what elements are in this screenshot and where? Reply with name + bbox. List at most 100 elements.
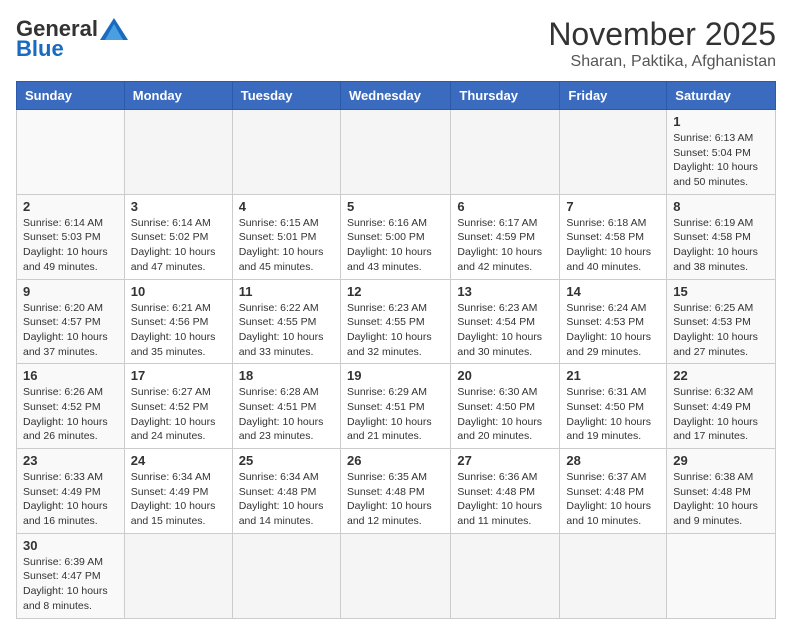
calendar-cell (340, 533, 450, 618)
day-info: Sunrise: 6:27 AM Sunset: 4:52 PM Dayligh… (131, 385, 226, 444)
day-number: 1 (673, 114, 769, 129)
page-header: General Blue November 2025 Sharan, Pakti… (16, 16, 776, 71)
calendar-cell: 3 Sunrise: 6:14 AM Sunset: 5:02 PM Daylig… (124, 194, 232, 279)
calendar-cell: 24 Sunrise: 6:34 AM Sunset: 4:49 PM Dayli… (124, 449, 232, 534)
calendar-cell: 23 Sunrise: 6:33 AM Sunset: 4:49 PM Dayli… (17, 449, 125, 534)
logo-icon (100, 18, 128, 40)
day-info: Sunrise: 6:35 AM Sunset: 4:48 PM Dayligh… (347, 470, 444, 529)
day-number: 23 (23, 453, 118, 468)
calendar-cell: 20 Sunrise: 6:30 AM Sunset: 4:50 PM Dayli… (451, 364, 560, 449)
calendar-cell: 5Sunrise: 6:16 AM Sunset: 5:00 PM Daylig… (340, 194, 450, 279)
day-info: Sunrise: 6:18 AM Sunset: 4:58 PM Dayligh… (566, 216, 660, 275)
day-info: Sunrise: 6:30 AM Sunset: 4:50 PM Dayligh… (457, 385, 553, 444)
day-info: Sunrise: 6:19 AM Sunset: 4:58 PM Dayligh… (673, 216, 769, 275)
day-info: Sunrise: 6:34 AM Sunset: 4:48 PM Dayligh… (239, 470, 334, 529)
calendar-cell (124, 110, 232, 195)
calendar-cell: 16Sunrise: 6:26 AM Sunset: 4:52 PM Dayli… (17, 364, 125, 449)
calendar-cell: 2Sunrise: 6:14 AM Sunset: 5:03 PM Daylig… (17, 194, 125, 279)
title-area: November 2025 Sharan, Paktika, Afghanist… (548, 16, 776, 71)
day-info: Sunrise: 6:24 AM Sunset: 4:53 PM Dayligh… (566, 301, 660, 360)
month-title: November 2025 (548, 16, 776, 53)
day-header-wednesday: Wednesday (340, 82, 450, 110)
day-number: 17 (131, 368, 226, 383)
day-header-sunday: Sunday (17, 82, 125, 110)
day-info: Sunrise: 6:15 AM Sunset: 5:01 PM Dayligh… (239, 216, 334, 275)
day-info: Sunrise: 6:16 AM Sunset: 5:00 PM Dayligh… (347, 216, 444, 275)
day-number: 22 (673, 368, 769, 383)
day-number: 4 (239, 199, 334, 214)
day-info: Sunrise: 6:22 AM Sunset: 4:55 PM Dayligh… (239, 301, 334, 360)
calendar-cell: 9 Sunrise: 6:20 AM Sunset: 4:57 PM Daylig… (17, 279, 125, 364)
day-info: Sunrise: 6:31 AM Sunset: 4:50 PM Dayligh… (566, 385, 660, 444)
calendar-cell: 15 Sunrise: 6:25 AM Sunset: 4:53 PM Dayli… (667, 279, 776, 364)
calendar-cell (451, 533, 560, 618)
calendar-cell: 18 Sunrise: 6:28 AM Sunset: 4:51 PM Dayli… (232, 364, 340, 449)
day-number: 26 (347, 453, 444, 468)
calendar-cell: 10Sunrise: 6:21 AM Sunset: 4:56 PM Dayli… (124, 279, 232, 364)
day-info: Sunrise: 6:38 AM Sunset: 4:48 PM Dayligh… (673, 470, 769, 529)
calendar-cell: 22 Sunrise: 6:32 AM Sunset: 4:49 PM Dayli… (667, 364, 776, 449)
calendar-cell: 4 Sunrise: 6:15 AM Sunset: 5:01 PM Daylig… (232, 194, 340, 279)
day-number: 11 (239, 284, 334, 299)
day-info: Sunrise: 6:33 AM Sunset: 4:49 PM Dayligh… (23, 470, 118, 529)
calendar-cell (124, 533, 232, 618)
day-info: Sunrise: 6:39 AM Sunset: 4:47 PM Dayligh… (23, 555, 118, 614)
day-number: 20 (457, 368, 553, 383)
day-info: Sunrise: 6:17 AM Sunset: 4:59 PM Dayligh… (457, 216, 553, 275)
day-number: 29 (673, 453, 769, 468)
day-number: 9 (23, 284, 118, 299)
day-info: Sunrise: 6:37 AM Sunset: 4:48 PM Dayligh… (566, 470, 660, 529)
day-header-thursday: Thursday (451, 82, 560, 110)
calendar-cell: 25 Sunrise: 6:34 AM Sunset: 4:48 PM Dayli… (232, 449, 340, 534)
day-info: Sunrise: 6:36 AM Sunset: 4:48 PM Dayligh… (457, 470, 553, 529)
day-number: 30 (23, 538, 118, 553)
day-number: 8 (673, 199, 769, 214)
calendar-cell: 14 Sunrise: 6:24 AM Sunset: 4:53 PM Dayli… (560, 279, 667, 364)
day-header-monday: Monday (124, 82, 232, 110)
day-number: 27 (457, 453, 553, 468)
day-number: 18 (239, 368, 334, 383)
day-info: Sunrise: 6:14 AM Sunset: 5:02 PM Dayligh… (131, 216, 226, 275)
day-number: 19 (347, 368, 444, 383)
location-subtitle: Sharan, Paktika, Afghanistan (548, 53, 776, 71)
day-info: Sunrise: 6:20 AM Sunset: 4:57 PM Dayligh… (23, 301, 118, 360)
calendar-cell: 29 Sunrise: 6:38 AM Sunset: 4:48 PM Dayli… (667, 449, 776, 534)
day-info: Sunrise: 6:25 AM Sunset: 4:53 PM Dayligh… (673, 301, 769, 360)
calendar-cell: 30 Sunrise: 6:39 AM Sunset: 4:47 PM Dayli… (17, 533, 125, 618)
day-info: Sunrise: 6:32 AM Sunset: 4:49 PM Dayligh… (673, 385, 769, 444)
day-header-tuesday: Tuesday (232, 82, 340, 110)
calendar-cell (340, 110, 450, 195)
calendar-cell (667, 533, 776, 618)
day-header-friday: Friday (560, 82, 667, 110)
logo-blue-text: Blue (16, 36, 64, 62)
day-number: 24 (131, 453, 226, 468)
day-info: Sunrise: 6:28 AM Sunset: 4:51 PM Dayligh… (239, 385, 334, 444)
day-number: 7 (566, 199, 660, 214)
calendar-cell (232, 110, 340, 195)
day-info: Sunrise: 6:23 AM Sunset: 4:55 PM Dayligh… (347, 301, 444, 360)
day-number: 28 (566, 453, 660, 468)
calendar-cell (232, 533, 340, 618)
day-number: 15 (673, 284, 769, 299)
calendar-cell: 17 Sunrise: 6:27 AM Sunset: 4:52 PM Dayli… (124, 364, 232, 449)
day-info: Sunrise: 6:26 AM Sunset: 4:52 PM Dayligh… (23, 385, 118, 444)
day-number: 12 (347, 284, 444, 299)
day-info: Sunrise: 6:34 AM Sunset: 4:49 PM Dayligh… (131, 470, 226, 529)
day-info: Sunrise: 6:23 AM Sunset: 4:54 PM Dayligh… (457, 301, 553, 360)
calendar-cell: 27 Sunrise: 6:36 AM Sunset: 4:48 PM Dayli… (451, 449, 560, 534)
day-number: 25 (239, 453, 334, 468)
calendar-cell (17, 110, 125, 195)
calendar-cell: 28 Sunrise: 6:37 AM Sunset: 4:48 PM Dayli… (560, 449, 667, 534)
day-number: 14 (566, 284, 660, 299)
calendar-cell: 7 Sunrise: 6:18 AM Sunset: 4:58 PM Daylig… (560, 194, 667, 279)
day-number: 6 (457, 199, 553, 214)
calendar-cell: 21Sunrise: 6:31 AM Sunset: 4:50 PM Dayli… (560, 364, 667, 449)
calendar-cell: 11 Sunrise: 6:22 AM Sunset: 4:55 PM Dayli… (232, 279, 340, 364)
day-number: 13 (457, 284, 553, 299)
day-number: 3 (131, 199, 226, 214)
calendar-cell: 1Sunrise: 6:13 AM Sunset: 5:04 PM Daylig… (667, 110, 776, 195)
calendar-cell: 13 Sunrise: 6:23 AM Sunset: 4:54 PM Dayli… (451, 279, 560, 364)
day-info: Sunrise: 6:21 AM Sunset: 4:56 PM Dayligh… (131, 301, 226, 360)
day-number: 2 (23, 199, 118, 214)
day-header-saturday: Saturday (667, 82, 776, 110)
